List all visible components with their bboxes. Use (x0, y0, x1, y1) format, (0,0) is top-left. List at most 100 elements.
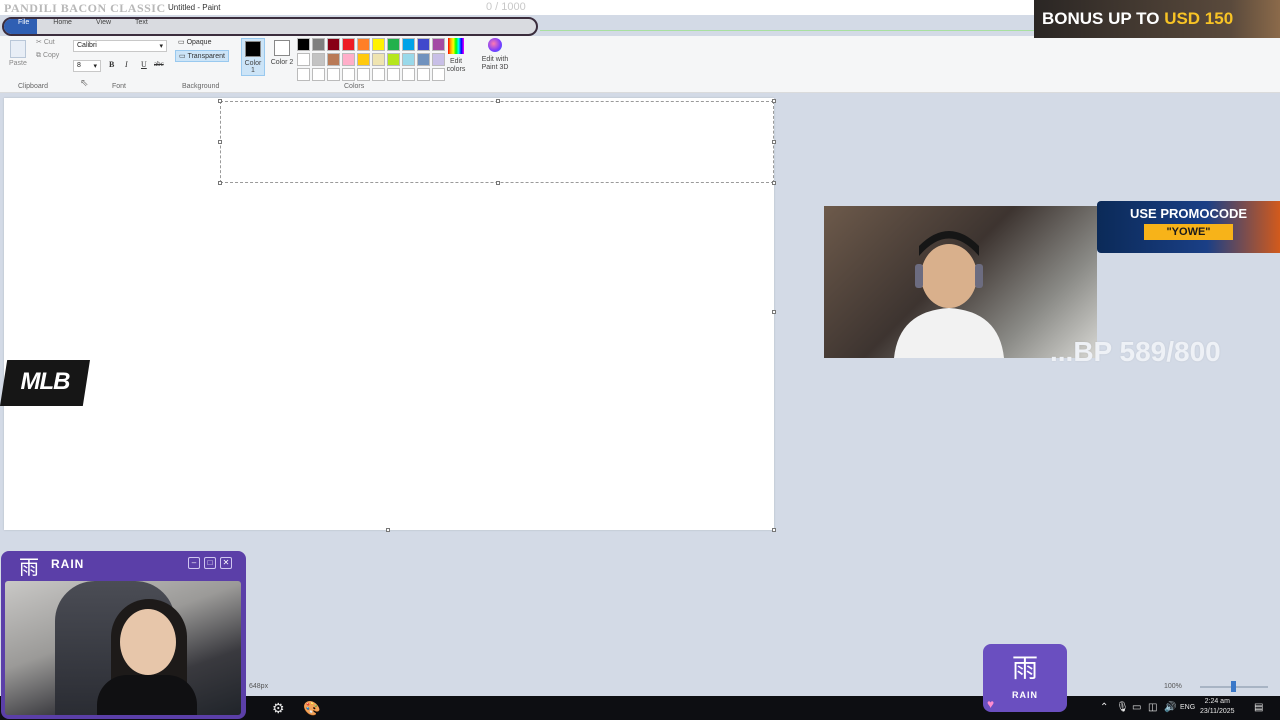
color1-swatch (245, 41, 261, 57)
mlb-logo: MLB (0, 360, 90, 406)
cut-button[interactable]: ✂ Cut (36, 38, 55, 46)
palette-swatch[interactable] (387, 53, 400, 66)
paint-title-bar: PANDILI BACON CLASSIC Untitled - Paint 0… (0, 0, 1034, 15)
palette-swatch[interactable] (387, 38, 400, 51)
canvas-resize-handle[interactable] (772, 528, 776, 532)
paste-button[interactable]: Paste (9, 60, 27, 67)
chevron-up-icon[interactable]: ⌃ (1100, 702, 1108, 713)
window-controls: – □ ✕ (188, 557, 232, 569)
network-icon[interactable]: ◫ (1148, 702, 1157, 713)
resize-handle[interactable] (772, 99, 776, 103)
clipboard-group-label: Clipboard (18, 83, 48, 90)
microphone-icon[interactable]: 🎙 (1116, 702, 1129, 713)
colors-group-label: Colors (344, 83, 365, 90)
background-group-label: Background (182, 83, 220, 90)
font-size-select[interactable]: 8 ▾ (73, 60, 101, 72)
palette-swatch[interactable] (342, 53, 355, 66)
palette-swatch[interactable] (417, 68, 430, 81)
opaque-label: Opaque (186, 39, 212, 46)
rain-badge-text: RAIN (1012, 690, 1038, 700)
resize-handle[interactable] (218, 99, 222, 103)
color-spectrum-icon (448, 38, 464, 54)
paste-icon[interactable] (10, 40, 26, 58)
transparent-button[interactable]: ▭ Transparent (175, 50, 229, 62)
palette-swatch[interactable] (357, 38, 370, 51)
strikethrough-button[interactable]: abc (154, 60, 164, 68)
resize-handle[interactable] (218, 140, 222, 144)
zoom-level: 100% (1164, 683, 1182, 690)
promo-code-banner: USE PROMOCODE "YOWE" (1097, 201, 1280, 253)
paint3d-icon (488, 38, 502, 52)
palette-swatch[interactable] (417, 38, 430, 51)
language-indicator[interactable]: ENG (1180, 704, 1195, 711)
palette-swatch[interactable] (387, 68, 400, 81)
palette-swatch[interactable] (312, 38, 325, 51)
edit-with-paint3d-button[interactable]: Edit with Paint 3D (478, 38, 512, 72)
rain-logo-glyph: 雨 (19, 555, 39, 579)
opaque-button[interactable]: ▭ Opaque (175, 37, 214, 47)
palette-swatch[interactable] (342, 68, 355, 81)
copy-button[interactable]: ⧉ Copy (36, 52, 59, 60)
resize-handle[interactable] (218, 181, 222, 185)
clock-time: 2:24 am (1204, 698, 1230, 705)
palette-swatch[interactable] (327, 38, 340, 51)
palette-swatch[interactable] (402, 68, 415, 81)
resize-handle[interactable] (496, 181, 500, 185)
guest-face (120, 609, 176, 675)
tab-file[interactable]: File (6, 18, 41, 30)
palette-swatch[interactable] (297, 38, 310, 51)
palette-swatch[interactable] (327, 53, 340, 66)
font-family-select[interactable]: Calibri ▾ (73, 40, 167, 52)
palette-swatch[interactable] (357, 53, 370, 66)
palette-swatch[interactable] (372, 38, 385, 51)
color1-label: Color 1 (244, 60, 262, 74)
palette-swatch[interactable] (417, 53, 430, 66)
palette-swatch[interactable] (312, 53, 325, 66)
guest-webcam-frame: 雨 RAIN – □ ✕ (1, 551, 246, 719)
resize-handle[interactable] (496, 99, 500, 103)
cut-label: Cut (43, 39, 55, 46)
palette-swatch[interactable] (372, 53, 385, 66)
palette-swatch[interactable] (327, 68, 340, 81)
palette-swatch[interactable] (312, 68, 325, 81)
bonus-prefix: BONUS UP TO (1042, 9, 1160, 28)
display-icon[interactable]: ▭ (1132, 702, 1141, 713)
tab-view[interactable]: View (84, 18, 123, 30)
tab-home[interactable]: Home (41, 18, 84, 30)
volume-icon[interactable]: 🔊 (1164, 702, 1176, 713)
paint-app-icon[interactable]: 🎨 (303, 700, 320, 717)
color2-button[interactable]: Color 2 (270, 38, 294, 76)
resize-handle[interactable] (772, 181, 776, 185)
palette-swatch[interactable] (402, 38, 415, 51)
zoom-slider-thumb[interactable] (1231, 681, 1236, 692)
underline-button[interactable]: U (141, 60, 147, 69)
palette-swatch[interactable] (402, 53, 415, 66)
canvas-resize-handle[interactable] (386, 528, 390, 532)
bonus-amount: USD 150 (1164, 9, 1234, 28)
canvas-size-status: 648px (249, 683, 269, 690)
settings-gear-icon[interactable]: ⚙ (272, 700, 285, 717)
palette-swatch[interactable] (297, 68, 310, 81)
color1-button[interactable]: Color 1 (241, 38, 265, 76)
promo-code: "YOWE" (1144, 224, 1233, 240)
stream-overlay-text: PANDILI BACON CLASSIC (4, 1, 166, 15)
font-size-value: 8 (77, 62, 81, 69)
minimize-icon: – (188, 557, 200, 569)
edit-colors-button[interactable]: Edit colors (444, 38, 468, 74)
palette-swatch[interactable] (357, 68, 370, 81)
notification-icon[interactable]: ▤ (1254, 702, 1263, 713)
paint3d-label: Edit with Paint 3D (481, 56, 509, 71)
system-clock[interactable]: 2:24 am 23/11/2025 (1200, 697, 1235, 717)
palette-swatch[interactable] (297, 53, 310, 66)
palette-swatch[interactable] (372, 68, 385, 81)
chevron-down-icon: ▾ (93, 63, 97, 70)
bold-button[interactable]: B (109, 60, 114, 69)
palette-swatch[interactable] (342, 38, 355, 51)
resize-handle[interactable] (772, 140, 776, 144)
text-box-selection[interactable] (218, 99, 776, 185)
transparent-label: Transparent (187, 53, 225, 60)
tab-text[interactable]: Text (123, 18, 160, 30)
promo-line: USE PROMOCODE (1129, 206, 1247, 221)
italic-button[interactable]: I (125, 60, 128, 69)
canvas-resize-handle[interactable] (772, 310, 776, 314)
